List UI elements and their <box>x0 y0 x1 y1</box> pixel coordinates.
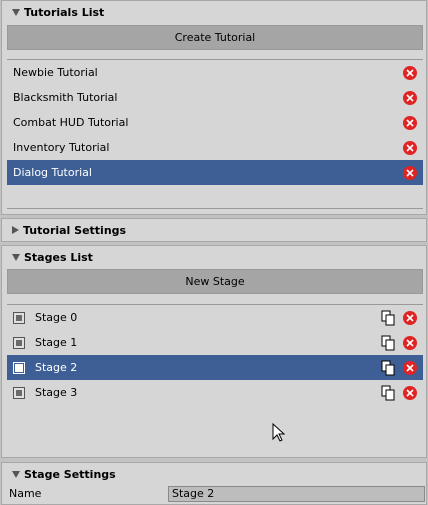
create-tutorial-button[interactable]: Create Tutorial <box>7 25 423 50</box>
delete-icon[interactable] <box>403 335 417 350</box>
tutorial-label: Dialog Tutorial <box>13 166 92 179</box>
checkbox-icon[interactable] <box>13 386 25 399</box>
checkbox-icon[interactable] <box>13 361 25 374</box>
stage-settings-panel: Stage Settings Name Stage 2 <box>1 462 427 505</box>
stage-row-0[interactable]: Stage 0 <box>7 305 423 330</box>
triangle-down-icon <box>12 470 20 478</box>
stages-list-panel: Stages List New Stage Stage 0 Stage 1 St… <box>1 245 427 458</box>
stage-settings-title: Stage Settings <box>24 467 116 481</box>
delete-icon[interactable] <box>403 360 417 375</box>
stage-row-1[interactable]: Stage 1 <box>7 330 423 355</box>
checkbox-icon[interactable] <box>13 336 25 349</box>
mouse-cursor-icon <box>272 423 286 442</box>
triangle-down-icon <box>12 253 20 261</box>
tutorials-list-panel: Tutorials List Create Tutorial Newbie Tu… <box>1 0 427 215</box>
tutorial-row-inventory[interactable]: Inventory Tutorial <box>7 135 423 160</box>
tutorial-label: Combat HUD Tutorial <box>13 116 129 129</box>
stages-list-title: Stages List <box>24 250 93 264</box>
tutorial-row-dialog[interactable]: Dialog Tutorial <box>7 160 423 185</box>
stage-row-2[interactable]: Stage 2 <box>7 355 423 380</box>
copy-icon[interactable] <box>381 360 395 376</box>
delete-icon[interactable] <box>403 90 417 105</box>
tutorials-list-title: Tutorials List <box>24 5 105 19</box>
name-field[interactable]: Stage 2 <box>168 486 425 502</box>
delete-icon[interactable] <box>403 115 417 130</box>
divider <box>7 208 423 209</box>
delete-icon[interactable] <box>403 140 417 155</box>
checkbox-icon[interactable] <box>13 311 25 324</box>
tutorials-list-header[interactable]: Tutorials List <box>2 1 426 23</box>
tutorial-settings-title: Tutorial Settings <box>23 223 127 237</box>
tutorial-label: Blacksmith Tutorial <box>13 91 118 104</box>
name-field-label: Name <box>9 487 42 500</box>
triangle-right-icon <box>12 226 19 234</box>
tutorial-row-newbie[interactable]: Newbie Tutorial <box>7 60 423 85</box>
tutorial-row-combat-hud[interactable]: Combat HUD Tutorial <box>7 110 423 135</box>
copy-icon[interactable] <box>381 385 395 401</box>
new-stage-button[interactable]: New Stage <box>7 269 423 294</box>
delete-icon[interactable] <box>403 385 417 400</box>
copy-icon[interactable] <box>381 310 395 326</box>
delete-icon[interactable] <box>403 65 417 80</box>
tutorial-settings-panel: Tutorial Settings <box>1 218 427 242</box>
tutorial-label: Inventory Tutorial <box>13 141 110 154</box>
stage-label: Stage 2 <box>35 361 78 374</box>
stage-settings-header[interactable]: Stage Settings <box>2 463 426 485</box>
stage-label: Stage 3 <box>35 386 78 399</box>
tutorial-row-blacksmith[interactable]: Blacksmith Tutorial <box>7 85 423 110</box>
stages-list-header[interactable]: Stages List <box>2 246 426 268</box>
delete-icon[interactable] <box>403 165 417 180</box>
delete-icon[interactable] <box>403 310 417 325</box>
stage-row-3[interactable]: Stage 3 <box>7 380 423 405</box>
tutorial-label: Newbie Tutorial <box>13 66 98 79</box>
tutorial-settings-header[interactable]: Tutorial Settings <box>2 219 426 241</box>
copy-icon[interactable] <box>381 335 395 351</box>
stage-label: Stage 0 <box>35 311 78 324</box>
stage-label: Stage 1 <box>35 336 78 349</box>
triangle-down-icon <box>12 8 20 16</box>
